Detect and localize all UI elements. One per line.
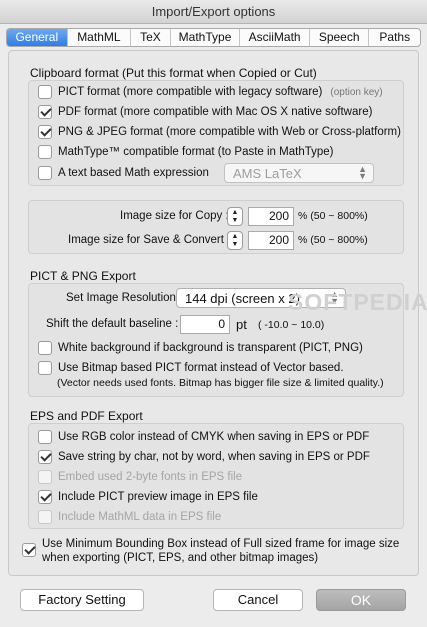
bounding-box-label: Use Minimum Bounding Box instead of Full… (42, 537, 399, 565)
baseline-unit: pt (236, 317, 247, 332)
save-by-char-checkbox[interactable] (38, 450, 52, 464)
bitmap-note: (Vector needs used fonts. Bitmap has big… (57, 377, 384, 389)
mathtype-format-checkbox[interactable] (38, 145, 52, 159)
factory-setting-button[interactable]: Factory Setting (20, 589, 144, 611)
image-size-save-input[interactable]: 200 (248, 231, 294, 250)
softpedia-watermark: SOFTPEDIA (288, 289, 427, 315)
resolution-label: Set Image Resolution : (66, 292, 183, 304)
bitmap-pict-checkbox[interactable] (38, 361, 52, 375)
embed-fonts-option: Embed used 2-byte fonts in EPS file (38, 468, 242, 486)
clipboard-option-png[interactable]: PNG & JPEG format (more compatible with … (38, 123, 401, 141)
baseline-range: ( -10.0 ~ 10.0) (258, 319, 325, 331)
text-math-label: A text based Math expression (58, 167, 209, 179)
pict-preview-label: Include PICT preview image in EPS file (58, 491, 258, 503)
embed-fonts-label: Embed used 2-byte fonts in EPS file (58, 471, 243, 483)
clipboard-option-mathtype[interactable]: MathType™ compatible format (to Paste in… (38, 143, 333, 161)
eps-pdf-section-title: EPS and PDF Export (30, 409, 143, 423)
tab-paths[interactable]: Paths (368, 29, 420, 46)
pict-preview-option[interactable]: Include PICT preview image in EPS file (38, 488, 258, 506)
mathml-data-label: Include MathML data in EPS file (58, 511, 222, 523)
tab-bar: General MathML TeX MathType AsciiMath Sp… (6, 28, 421, 47)
image-size-copy-label: Image size for Copy : (120, 210, 229, 222)
pict-format-label: PICT format (more compatible with legacy… (58, 86, 323, 98)
image-size-save-unit: % (50 ~ 800%) (298, 234, 368, 246)
pdf-format-checkbox[interactable] (38, 105, 52, 119)
pict-preview-checkbox[interactable] (38, 490, 52, 504)
chevron-updown-icon: ▲ ▼ (358, 164, 367, 181)
image-size-copy-unit: % (50 ~ 800%) (298, 210, 368, 222)
image-size-save-stepper[interactable]: ▲ ▼ (227, 231, 243, 250)
white-background-option[interactable]: White background if background is transp… (38, 339, 363, 357)
bounding-box-label-line1: Use Minimum Bounding Box instead of Full… (42, 538, 400, 550)
rgb-color-label: Use RGB color instead of CMYK when savin… (58, 431, 370, 443)
ok-button[interactable]: OK (316, 589, 406, 611)
rgb-color-option[interactable]: Use RGB color instead of CMYK when savin… (38, 428, 369, 446)
window-title: Import/Export options (0, 0, 427, 24)
math-expression-select[interactable]: AMS LaTeX ▲ ▼ (224, 163, 374, 183)
clipboard-option-pdf[interactable]: PDF format (more compatible with Mac OS … (38, 103, 372, 121)
save-by-char-label: Save string by char, not by word, when s… (58, 451, 370, 463)
baseline-label: Shift the default baseline : (46, 318, 179, 330)
save-by-char-option[interactable]: Save string by char, not by word, when s… (38, 448, 370, 466)
tab-mathtype[interactable]: MathType (169, 29, 240, 46)
tab-tex[interactable]: TeX (130, 29, 170, 46)
baseline-input[interactable]: 0 (180, 315, 230, 334)
tab-general[interactable]: General (7, 29, 67, 46)
image-size-copy-stepper[interactable]: ▲ ▼ (227, 207, 243, 226)
tab-mathml[interactable]: MathML (66, 29, 131, 46)
png-jpeg-format-checkbox[interactable] (38, 125, 52, 139)
white-background-label: White background if background is transp… (58, 342, 363, 354)
pdf-format-label: PDF format (more compatible with Mac OS … (58, 106, 373, 118)
rgb-color-checkbox[interactable] (38, 430, 52, 444)
cancel-button[interactable]: Cancel (213, 589, 303, 611)
clipboard-section-title: Clipboard format (Put this format when C… (30, 66, 317, 80)
embed-fonts-checkbox (38, 470, 52, 484)
option-key-hint: (option key) (330, 86, 383, 98)
bounding-box-checkbox[interactable] (22, 543, 36, 557)
mathml-data-option: Include MathML data in EPS file (38, 508, 221, 526)
image-size-copy-input[interactable]: 200 (248, 207, 294, 226)
text-math-checkbox[interactable] (38, 166, 52, 180)
clipboard-option-pict[interactable]: PICT format (more compatible with legacy… (38, 83, 383, 101)
resolution-value: 144 dpi (screen x 2) (185, 290, 300, 306)
white-background-checkbox[interactable] (38, 341, 52, 355)
bounding-box-label-line2: when exporting (PICT, EPS, and other bit… (42, 552, 319, 564)
clipboard-option-text[interactable]: A text based Math expression (38, 164, 209, 182)
math-expression-value: AMS LaTeX (233, 165, 302, 181)
mathtype-format-label: MathType™ compatible format (to Paste in… (58, 146, 334, 158)
bitmap-pict-label: Use Bitmap based PICT format instead of … (58, 362, 344, 374)
tab-speech[interactable]: Speech (308, 29, 369, 46)
png-jpeg-format-label: PNG & JPEG format (more compatible with … (58, 126, 401, 138)
bounding-box-option[interactable]: Use Minimum Bounding Box instead of Full… (22, 537, 399, 567)
mathml-data-checkbox (38, 510, 52, 524)
image-size-save-label: Image size for Save & Convert : (68, 234, 231, 246)
tab-asciimath[interactable]: AsciiMath (239, 29, 309, 46)
pict-format-checkbox[interactable] (38, 85, 52, 99)
bitmap-pict-option[interactable]: Use Bitmap based PICT format instead of … (38, 359, 344, 377)
pict-png-section-title: PICT & PNG Export (30, 269, 136, 283)
